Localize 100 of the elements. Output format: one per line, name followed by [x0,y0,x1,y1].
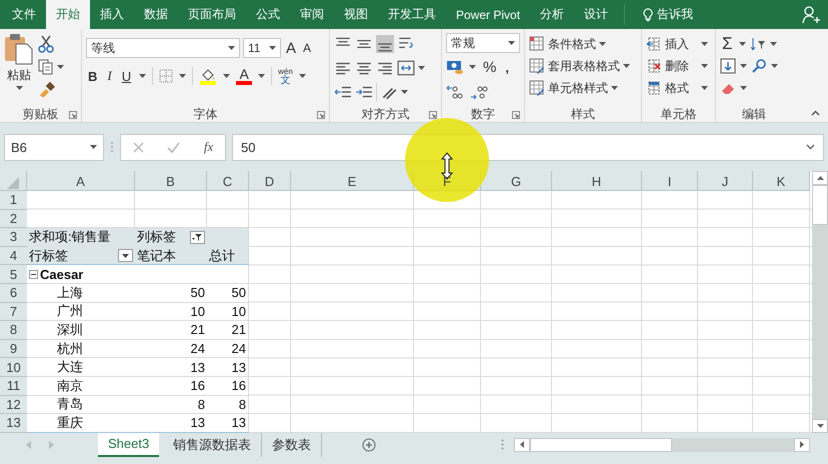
column-header[interactable]: B [135,171,207,191]
increase-decimal-icon[interactable] [446,84,464,100]
format-painter-icon[interactable] [38,81,56,97]
collapse-icon[interactable] [29,270,38,279]
caret-icon[interactable] [701,42,708,46]
caret-icon[interactable] [16,86,22,90]
launcher-icon[interactable] [512,111,520,119]
column-header[interactable]: E [291,171,414,191]
caret-icon[interactable] [469,65,476,69]
ribbon-tab[interactable]: 数据 [134,0,178,29]
decrease-decimal-icon[interactable] [470,84,488,100]
ribbon-tab[interactable]: 插入 [90,0,134,29]
caret-icon[interactable] [738,42,746,46]
caret-icon[interactable] [701,64,708,68]
drag-handle-icon[interactable] [501,439,504,450]
caret-icon[interactable] [401,90,408,94]
caret-icon[interactable] [508,41,515,45]
ribbon-tab[interactable]: 公式 [246,0,290,29]
name-box[interactable]: B6 [4,134,104,160]
ribbon-tab[interactable]: 开发工具 [378,0,446,29]
caret-icon[interactable] [139,74,146,78]
ribbon-tab[interactable]: 设计 [574,0,618,29]
scroll-up-icon[interactable] [816,176,824,180]
ribbon-tab[interactable]: 开始 [46,0,90,29]
scrollbar-thumb[interactable] [812,185,828,225]
expand-caret-icon[interactable] [806,144,815,150]
drag-handle-icon[interactable] [110,141,114,153]
ribbon-tab[interactable]: 分析 [530,0,574,29]
phonetic-button[interactable]: wén 文 [278,67,293,85]
collapse-ribbon-icon[interactable] [811,110,820,116]
scroll-left-icon[interactable] [520,441,524,448]
scroll-down-icon[interactable] [816,424,824,428]
caret-icon[interactable] [179,74,186,78]
add-sheet-icon[interactable] [362,438,376,452]
caret-icon[interactable] [418,66,425,70]
style-menu-button[interactable]: 条件格式 [529,33,637,55]
row-header[interactable]: 6 [0,284,27,303]
ribbon-tab[interactable]: 页面布局 [178,0,246,29]
search-icon[interactable] [751,58,767,74]
scroll-right-icon[interactable] [800,441,804,448]
row-header[interactable]: 4 [0,246,27,266]
style-menu-button[interactable]: 套用表格格式 [529,55,637,77]
caret-icon[interactable] [740,64,747,68]
column-header[interactable]: A [27,171,135,191]
checkmark-icon[interactable] [167,142,180,152]
row-header[interactable]: 3 [0,228,27,247]
border-icon[interactable] [159,69,174,83]
row-header[interactable]: 9 [0,340,27,358]
dropdown-icon[interactable] [118,249,133,262]
fill-color-icon[interactable] [199,67,218,85]
vertical-scrollbar[interactable] [812,171,828,433]
caret-icon[interactable] [623,64,630,68]
caret-icon[interactable] [269,46,276,50]
caret-icon[interactable] [298,74,306,78]
caret-icon[interactable] [90,145,97,149]
column-header[interactable]: H [552,171,642,191]
column-header[interactable]: D [249,171,291,191]
sort-filter-icon[interactable] [750,36,766,52]
vertical-align-icon[interactable] [376,35,394,53]
row-header[interactable]: 11 [0,376,27,396]
paste-button[interactable]: 粘贴 [4,33,34,106]
italic-button[interactable]: I [105,68,114,84]
row-header[interactable]: 12 [0,396,27,414]
caret-icon[interactable] [740,86,747,90]
insert-function-button[interactable]: fx [204,139,214,155]
launcher-icon[interactable] [69,111,77,119]
caret-icon[interactable] [223,74,230,78]
ribbon-tab[interactable]: 文件 [2,0,46,29]
caret-icon[interactable] [770,42,777,46]
caret-icon[interactable] [258,74,266,78]
scrollbar-thumb[interactable] [530,438,672,452]
caret-icon[interactable] [57,65,64,69]
row-header[interactable]: 2 [0,210,27,228]
ribbon-tab[interactable]: 审阅 [290,0,334,29]
font-name-field[interactable]: 等线 [86,38,240,58]
scissors-icon[interactable] [38,35,54,53]
column-header[interactable]: C [207,171,249,191]
row-header[interactable]: 8 [0,321,27,340]
merge-icon[interactable] [397,59,415,77]
column-header[interactable]: K [753,171,810,191]
cells-menu-button[interactable]: 删除 [646,55,711,77]
row-header[interactable]: 10 [0,358,27,377]
sheet-tab[interactable]: 销售源数据表 [163,432,262,457]
font-color-button[interactable]: A [236,67,252,85]
fill-down-icon[interactable] [720,58,736,74]
launcher-icon[interactable] [317,111,325,119]
caret-icon[interactable] [228,46,235,50]
font-size-field[interactable]: 11 [243,38,281,58]
caret-icon[interactable] [771,64,778,68]
tell-me-button[interactable]: 告诉我 [637,0,700,29]
sheet-tab[interactable]: Sheet3 [98,432,160,457]
copy-icon[interactable] [38,59,54,75]
filter-icon[interactable] [190,230,205,244]
column-header[interactable]: I [642,171,698,191]
shrink-font-button[interactable]: A [301,41,314,55]
horizontal-scrollbar[interactable] [514,438,810,452]
percent-button[interactable]: % [481,58,498,76]
ribbon-tab[interactable]: Power Pivot [446,0,530,29]
comma-button[interactable]: , [503,60,511,74]
row-header[interactable]: 5 [0,265,27,284]
